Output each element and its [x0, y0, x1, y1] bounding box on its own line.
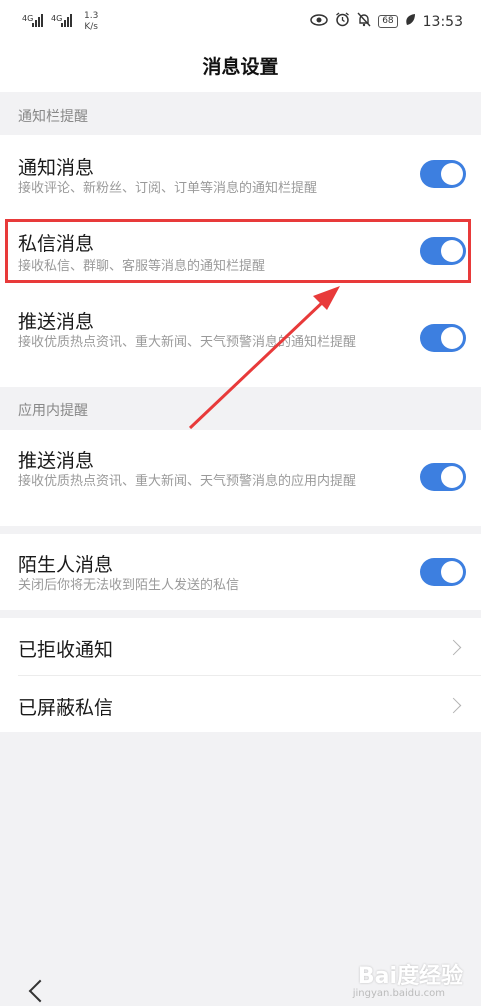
settings-page: 4G 4G 1.3 K/s 68 13:53 消息设置 通知栏提醒 通知消息 接…	[0, 0, 481, 1006]
annotation-arrow-icon	[188, 286, 340, 430]
watermark: Bai度经验	[357, 964, 463, 989]
watermark-sub: jingyan.baidu.com	[352, 988, 445, 999]
